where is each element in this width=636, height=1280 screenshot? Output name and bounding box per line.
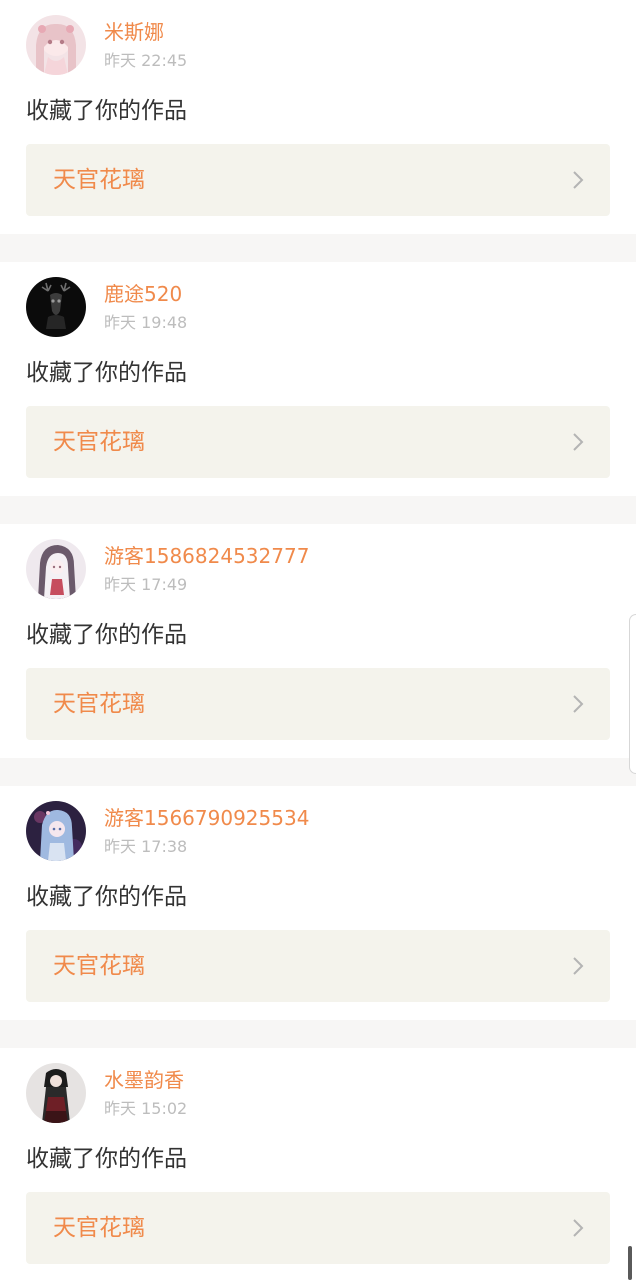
work-title: 天官花璃 [53,953,145,979]
work-link[interactable]: 天官花璃 [26,1192,610,1264]
notification-item: 游客1586824532777 昨天 17:49 收藏了你的作品 天官花璃 [0,524,636,758]
username[interactable]: 米斯娜 [104,20,164,44]
action-text: 收藏了你的作品 [26,1146,187,1172]
notification-item: 水墨韵香 昨天 15:02 收藏了你的作品 天官花璃 [0,1048,636,1280]
chevron-right-icon [573,433,584,451]
action-text: 收藏了你的作品 [26,884,187,910]
timestamp: 昨天 15:02 [104,1099,188,1118]
separator [0,496,636,524]
notification-item: 鹿途520 昨天 19:48 收藏了你的作品 天官花璃 [0,262,636,496]
avatar[interactable] [26,1063,86,1123]
username[interactable]: 游客1566790925534 [104,806,309,830]
avatar-pink-anime-girl-icon [26,15,86,75]
notification-item: 米斯娜 昨天 22:45 收藏了你的作品 天官花璃 [0,0,636,234]
separator [0,1020,636,1048]
edge-panel-handle[interactable] [629,614,636,774]
work-link[interactable]: 天官花璃 [26,144,610,216]
timestamp: 昨天 19:48 [104,313,188,332]
avatar[interactable] [26,15,86,75]
notification-feed: 米斯娜 昨天 22:45 收藏了你的作品 天官花璃 鹿途520 昨天 19:48… [0,0,636,1280]
avatar-blue-hair-anime-girl-icon [26,801,86,861]
avatar-hooded-white-hair-girl-icon [26,539,86,599]
work-title: 天官花璃 [53,691,145,717]
avatar-dark-dress-figure-icon [26,1063,86,1123]
action-text: 收藏了你的作品 [26,360,187,386]
avatar-deer-skull-dark-icon [26,277,86,337]
work-title: 天官花璃 [53,429,145,455]
separator [0,758,636,786]
work-link[interactable]: 天官花璃 [26,930,610,1002]
action-text: 收藏了你的作品 [26,622,187,648]
timestamp: 昨天 17:49 [104,575,188,594]
timestamp: 昨天 22:45 [104,51,188,70]
scrollbar-thumb[interactable] [628,1246,632,1280]
username[interactable]: 鹿途520 [104,282,182,306]
chevron-right-icon [573,695,584,713]
notification-item: 游客1566790925534 昨天 17:38 收藏了你的作品 天官花璃 [0,786,636,1020]
action-text: 收藏了你的作品 [26,98,187,124]
work-link[interactable]: 天官花璃 [26,406,610,478]
chevron-right-icon [573,1219,584,1237]
chevron-right-icon [573,957,584,975]
avatar[interactable] [26,539,86,599]
work-title: 天官花璃 [53,1215,145,1241]
separator [0,234,636,262]
work-link[interactable]: 天官花璃 [26,668,610,740]
avatar[interactable] [26,277,86,337]
work-title: 天官花璃 [53,167,145,193]
avatar[interactable] [26,801,86,861]
username[interactable]: 游客1586824532777 [104,544,309,568]
username[interactable]: 水墨韵香 [104,1068,184,1092]
timestamp: 昨天 17:38 [104,837,188,856]
chevron-right-icon [573,171,584,189]
